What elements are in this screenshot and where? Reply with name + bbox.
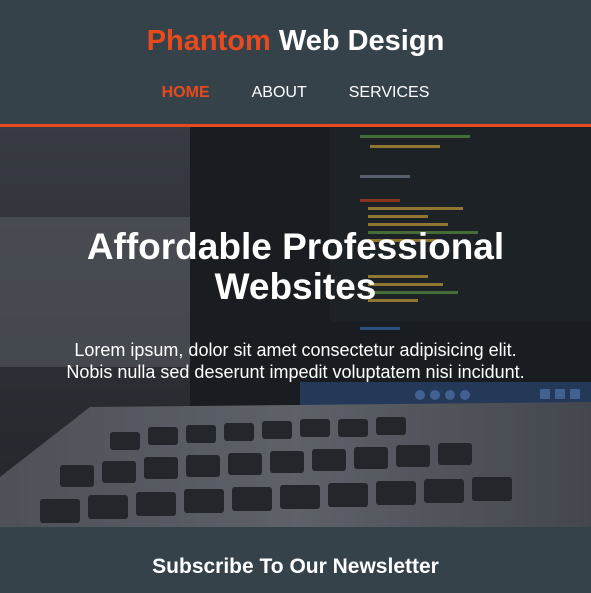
nav-services-link[interactable]: SERVICES <box>349 83 430 103</box>
nav-about-link[interactable]: ABOUT <box>252 83 307 103</box>
nav-home-link[interactable]: HOME <box>162 83 210 103</box>
site-header: Phantom Web Design HOME ABOUT SERVICES <box>0 0 591 127</box>
hero-overlay <box>0 127 591 527</box>
newsletter-title: Subscribe To Our Newsletter <box>152 555 439 578</box>
brand-accent-text: Phantom <box>146 25 271 57</box>
hero-title: Affordable Professional Websites <box>86 226 505 307</box>
newsletter-section: Subscribe To Our Newsletter <box>0 527 591 593</box>
showcase-hero: Affordable Professional Websites Lorem i… <box>0 127 591 527</box>
brand-logo[interactable]: Phantom Web Design <box>0 24 591 58</box>
brand-rest-text: Web Design <box>278 25 445 57</box>
main-nav: HOME ABOUT SERVICES <box>0 83 591 103</box>
hero-text: Lorem ipsum, dolor sit amet consectetur … <box>66 340 525 382</box>
